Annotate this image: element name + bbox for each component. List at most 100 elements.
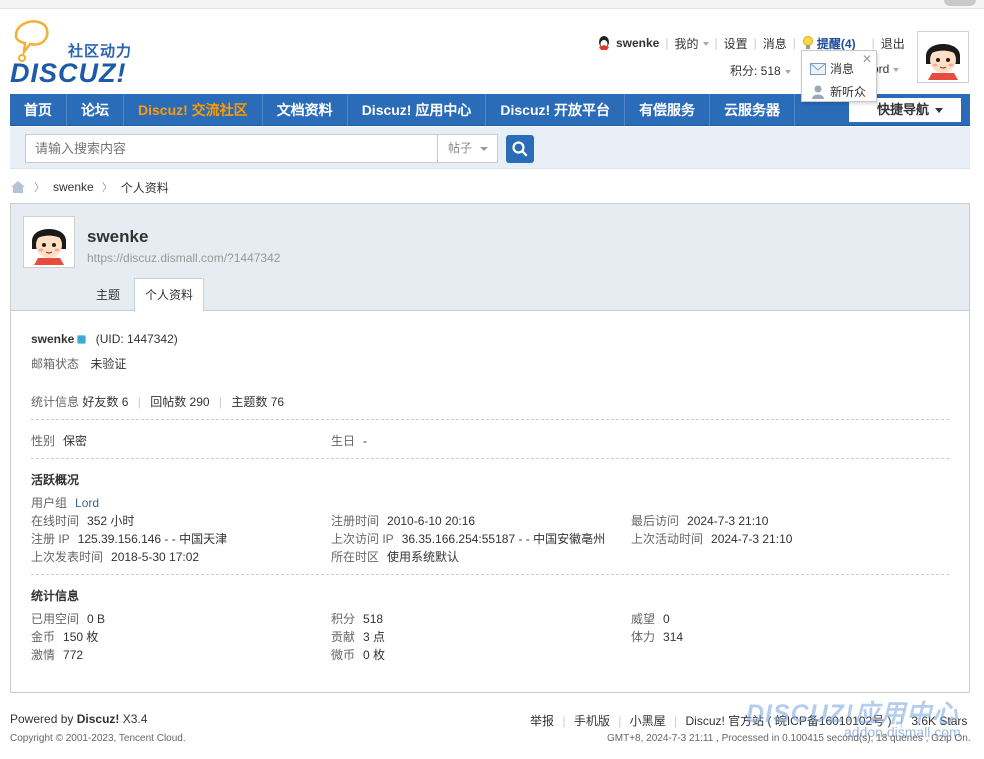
email-status: 邮箱状态 未验证 bbox=[31, 355, 126, 372]
nav-item-forum[interactable]: 论坛 bbox=[67, 93, 124, 126]
browser-top-strip bbox=[0, 0, 984, 9]
search-button[interactable] bbox=[506, 135, 534, 163]
passion-label: 激情 bbox=[31, 648, 56, 662]
credits-value: 518 bbox=[363, 612, 384, 626]
profile-username: swenke bbox=[31, 332, 75, 346]
last-visit-value: 2024-7-3 21:10 bbox=[687, 514, 769, 528]
separator: | bbox=[137, 395, 141, 409]
nav-item-community[interactable]: Discuz! 交流社区 bbox=[124, 93, 263, 126]
profile-url[interactable]: https://discuz.dismall.com/?1447342 bbox=[87, 251, 280, 265]
footer-link-blackroom[interactable]: 小黑屋 bbox=[630, 714, 666, 728]
tab-threads[interactable]: 主题 bbox=[84, 279, 132, 311]
profile-header: swenke https://discuz.dismall.com/?14473… bbox=[11, 204, 969, 312]
footer-link-official[interactable]: Discuz! 官方站 ( 皖ICP备16010102号 ) bbox=[685, 714, 891, 728]
popup-item-label: 新听众 bbox=[830, 85, 867, 99]
stats-info-title: 统计信息 bbox=[31, 589, 80, 603]
credits-menu[interactable]: 积分: 518 bbox=[730, 64, 791, 78]
profile-uid: (UID: 1447342) bbox=[95, 332, 178, 346]
last-visit-label: 最后访问 bbox=[631, 514, 680, 528]
email-status-value: 未验证 bbox=[90, 357, 127, 371]
tab-profile[interactable]: 个人资料 bbox=[134, 278, 205, 312]
footer-link-stars[interactable]: 3.6K Stars bbox=[911, 714, 967, 728]
online-time-label: 在线时间 bbox=[31, 514, 80, 528]
remind-link[interactable]: 提醒(4) bbox=[817, 35, 856, 52]
my-menu[interactable]: 我的 bbox=[674, 35, 709, 52]
footer-link-report[interactable]: 举报 bbox=[530, 714, 554, 728]
search-type-select[interactable]: 帖子 bbox=[437, 134, 498, 163]
online-time-value: 352 小时 bbox=[87, 514, 135, 528]
quick-nav-label: 快捷导航 bbox=[877, 102, 930, 117]
chevron-right-icon: 〉 bbox=[34, 182, 45, 194]
timezone-field: 所在时区 使用系统默认 bbox=[331, 548, 459, 565]
reg-ip-value: 125.39.156.146 - - 中国天津 bbox=[77, 532, 228, 546]
passion-value: 772 bbox=[63, 648, 84, 662]
last-post-value: 2018-5-30 17:02 bbox=[111, 550, 200, 564]
site-logo[interactable]: 社区动力 DISCUZ! bbox=[10, 18, 150, 88]
separator: | bbox=[871, 36, 875, 50]
footer-links: 举报 | 手机版 | 小黑屋 | Discuz! 官方站 ( 皖ICP备1601… bbox=[530, 712, 967, 729]
reg-time-field: 注册时间 2010-6-10 20:16 bbox=[331, 512, 475, 529]
last-visit-field: 最后访问 2024-7-3 21:10 bbox=[631, 512, 768, 529]
separator: | bbox=[218, 395, 223, 409]
chevron-down-icon bbox=[784, 69, 791, 74]
credits-field: 积分 518 bbox=[331, 610, 383, 627]
username-link[interactable]: swenke bbox=[616, 36, 659, 50]
birthday-field: 生日 - bbox=[331, 432, 367, 449]
window-control[interactable] bbox=[944, 0, 976, 6]
settings-link[interactable]: 设置 bbox=[724, 35, 748, 52]
footer-brand-link[interactable]: Discuz! bbox=[77, 712, 120, 726]
timezone-value: 使用系统默认 bbox=[387, 550, 460, 564]
threads-count-link[interactable]: 主题数 76 bbox=[231, 395, 284, 409]
stats-line: 统计信息 好友数 6 | 回帖数 290 | 主题数 76 bbox=[31, 393, 284, 410]
prestige-label: 威望 bbox=[631, 612, 656, 626]
chevron-down-icon bbox=[480, 147, 488, 151]
reg-ip-field: 注册 IP 125.39.156.146 - - 中国天津 bbox=[31, 530, 227, 547]
nav-item-home[interactable]: 首页 bbox=[10, 93, 67, 126]
reg-time-label: 注册时间 bbox=[331, 514, 380, 528]
search-input[interactable] bbox=[25, 134, 438, 163]
verified-icon bbox=[77, 335, 87, 345]
footer-powered: Powered by Discuz! X3.4 bbox=[10, 712, 147, 726]
divider bbox=[31, 458, 949, 459]
logout-link[interactable]: 退出 bbox=[881, 35, 905, 52]
weicoin-value: 0 枚 bbox=[363, 648, 386, 662]
last-active-label: 上次活动时间 bbox=[631, 532, 704, 546]
footer-link-mobile[interactable]: 手机版 bbox=[574, 714, 610, 728]
nav-item-docs[interactable]: 文档资料 bbox=[263, 93, 348, 126]
friends-count-link[interactable]: 好友数 6 bbox=[82, 395, 128, 409]
search-icon bbox=[512, 141, 528, 157]
search-bar: 帖子 bbox=[10, 127, 970, 169]
close-icon[interactable]: ✕ bbox=[862, 52, 872, 66]
nav-item-cloud-server[interactable]: 云服务器 bbox=[710, 93, 796, 126]
usergroup-link[interactable]: Lord bbox=[75, 496, 99, 510]
separator: | bbox=[714, 36, 718, 50]
avatar-image bbox=[26, 219, 72, 265]
popup-item-followers[interactable]: 新听众 bbox=[810, 83, 866, 100]
envelope-icon bbox=[810, 62, 826, 75]
messages-link[interactable]: 消息 bbox=[763, 35, 787, 52]
nav-item-app-center[interactable]: Discuz! 应用中心 bbox=[348, 93, 487, 126]
separator: | bbox=[618, 714, 622, 728]
search-type-label: 帖子 bbox=[448, 141, 473, 155]
replies-count-link[interactable]: 回帖数 290 bbox=[150, 395, 209, 409]
breadcrumb-user[interactable]: swenke bbox=[53, 180, 94, 194]
reg-ip-label: 注册 IP bbox=[31, 532, 70, 546]
passion-field: 激情 772 bbox=[31, 646, 83, 663]
nav-item-paid-service[interactable]: 有偿服务 bbox=[625, 93, 711, 126]
stamina-label: 体力 bbox=[631, 630, 656, 644]
chevron-down-icon bbox=[702, 42, 709, 47]
divider bbox=[31, 574, 949, 575]
reg-time-value: 2010-6-10 20:16 bbox=[387, 514, 476, 528]
gender-field: 性别 保密 bbox=[31, 432, 87, 449]
home-icon[interactable] bbox=[10, 180, 26, 194]
popup-item-messages[interactable]: 消息 bbox=[810, 60, 854, 77]
contribution-field: 贡献 3 点 bbox=[331, 628, 385, 645]
gender-label: 性别 bbox=[31, 434, 56, 448]
breadcrumb-current: 个人资料 bbox=[120, 180, 169, 195]
online-time-field: 在线时间 352 小时 bbox=[31, 512, 134, 529]
profile-avatar[interactable] bbox=[23, 216, 75, 268]
birthday-label: 生日 bbox=[331, 434, 356, 448]
avatar[interactable] bbox=[917, 31, 969, 83]
nav-item-open-platform[interactable]: Discuz! 开放平台 bbox=[486, 93, 626, 126]
profile-name: swenke bbox=[87, 227, 149, 246]
